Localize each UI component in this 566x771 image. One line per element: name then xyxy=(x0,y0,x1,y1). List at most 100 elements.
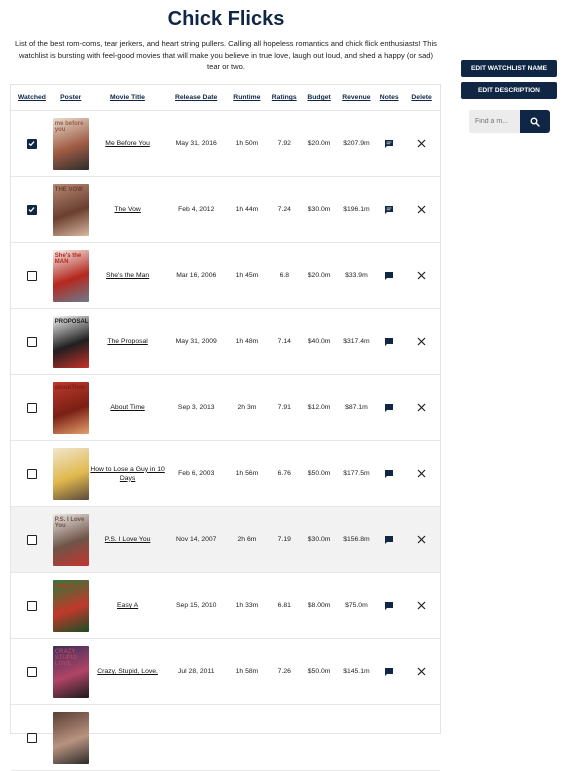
close-icon[interactable] xyxy=(417,205,426,214)
movie-poster[interactable]: CRAZY STUPID LOVE xyxy=(52,645,89,698)
movie-poster[interactable]: She's the MAN xyxy=(52,249,89,302)
header-delete[interactable]: Delete xyxy=(403,94,440,101)
title-cell: How to Lose a Guy in 10 Days xyxy=(89,465,167,483)
rating: 7.92 xyxy=(277,140,291,147)
search-bar xyxy=(469,110,550,133)
note-icon[interactable] xyxy=(384,601,394,611)
close-icon[interactable] xyxy=(417,271,426,280)
edit-description-button[interactable]: EDIT DESCRIPTION xyxy=(461,82,557,99)
close-icon[interactable] xyxy=(417,601,426,610)
close-icon[interactable] xyxy=(417,667,426,676)
movie-poster[interactable]: PROPOSAL xyxy=(52,315,89,368)
header-notes[interactable]: Notes xyxy=(375,94,403,101)
poster-cell xyxy=(52,711,89,764)
budget: $50.0m xyxy=(307,668,331,675)
note-icon[interactable] xyxy=(384,403,394,413)
release-date: Sep 3, 2013 xyxy=(177,404,215,411)
movie-title-link[interactable]: She's the Man xyxy=(106,272,149,279)
table-row: P.S. I Love You P.S. I Love You Nov 14, 20… xyxy=(11,507,440,573)
header-budget[interactable]: Budget xyxy=(301,94,338,101)
movie-title-link[interactable]: About Time xyxy=(110,404,144,411)
table-row: She's the MAN She's the Man Mar 16, 2006 1h… xyxy=(11,243,440,309)
watched-cell xyxy=(11,534,53,545)
watched-checkbox[interactable] xyxy=(26,204,37,215)
table-row: CRAZY STUPID LOVE Crazy, Stupid, Love. Jul… xyxy=(11,639,440,705)
header-watched[interactable]: Watched xyxy=(11,94,53,101)
note-icon[interactable] xyxy=(384,469,394,479)
poster-cell xyxy=(52,447,89,500)
rating: 6.81 xyxy=(277,602,291,609)
table-row: aboutTime About Time Sep 3, 2013 2h 3m 7.91 $… xyxy=(11,375,440,441)
close-icon[interactable] xyxy=(417,139,426,148)
watched-checkbox[interactable] xyxy=(26,534,37,545)
budget: $20.0m xyxy=(307,272,331,279)
movie-poster[interactable]: me before you xyxy=(52,117,89,170)
movie-poster[interactable]: P.S. I Love You xyxy=(52,513,89,566)
poster-text: aboutTime xyxy=(54,384,86,391)
movie-title-link[interactable]: The Proposal xyxy=(107,338,147,345)
watched-checkbox[interactable] xyxy=(26,336,37,347)
header-release-date[interactable]: Release Date xyxy=(166,94,226,101)
header-runtime[interactable]: Runtime xyxy=(226,94,268,101)
header-revenue[interactable]: Revenue xyxy=(337,94,375,101)
delete-cell xyxy=(403,139,440,148)
table-body: me before you Me Before You May 31, 2016 1h… xyxy=(11,111,440,771)
edit-watchlist-name-button[interactable]: EDIT WATCHLIST NAME xyxy=(461,60,557,77)
runtime: 2h 3m xyxy=(237,404,257,411)
header-movie-title[interactable]: Movie Title xyxy=(89,94,167,101)
poster-text: me before you xyxy=(54,120,84,133)
watched-checkbox[interactable] xyxy=(26,468,37,479)
runtime: 1h 33m xyxy=(235,602,259,609)
note-icon[interactable] xyxy=(384,667,394,677)
close-icon[interactable] xyxy=(417,337,426,346)
notes-cell xyxy=(375,271,403,281)
movie-poster[interactable]: easy A xyxy=(52,579,89,632)
check-icon xyxy=(28,207,35,213)
search-button[interactable] xyxy=(520,110,550,133)
note-icon[interactable] xyxy=(384,337,394,347)
rating: 7.24 xyxy=(277,206,291,213)
rating: 7.26 xyxy=(277,668,291,675)
movie-title-link[interactable]: How to Lose a Guy in 10 Days xyxy=(90,466,164,482)
watched-checkbox[interactable] xyxy=(26,732,37,743)
movie-poster[interactable]: aboutTime xyxy=(52,381,89,434)
close-icon[interactable] xyxy=(417,535,426,544)
movie-title-link[interactable]: Easy A xyxy=(117,602,138,609)
budget: $12.0m xyxy=(307,404,331,411)
movie-title-link[interactable]: P.S. I Love You xyxy=(105,536,151,543)
budget: $30.0m xyxy=(307,206,331,213)
budget: $8.00m xyxy=(307,602,331,609)
movie-poster[interactable]: THE VOW xyxy=(52,183,89,236)
close-icon[interactable] xyxy=(417,469,426,478)
revenue: $87.1m xyxy=(345,404,368,411)
table-row: me before you Me Before You May 31, 2016 1h… xyxy=(11,111,440,177)
release-date: Nov 14, 2007 xyxy=(176,536,217,543)
movie-poster[interactable] xyxy=(52,711,89,764)
poster-text: She's the MAN xyxy=(54,252,82,265)
runtime: 1h 45m xyxy=(235,272,259,279)
watched-checkbox[interactable] xyxy=(26,666,37,677)
watched-checkbox[interactable] xyxy=(26,402,37,413)
rating: 7.19 xyxy=(277,536,291,543)
movie-title-link[interactable]: The Vow xyxy=(114,206,140,213)
movie-title-link[interactable]: Crazy, Stupid, Love. xyxy=(97,668,158,675)
watched-checkbox[interactable] xyxy=(26,138,37,149)
header-poster[interactable]: Poster xyxy=(53,94,89,101)
movie-poster[interactable] xyxy=(52,447,89,500)
revenue: $177.5m xyxy=(343,470,370,477)
note-icon[interactable] xyxy=(384,205,394,215)
note-icon[interactable] xyxy=(384,139,394,149)
movie-title-link[interactable]: Me Before You xyxy=(105,140,150,147)
search-input[interactable] xyxy=(469,110,520,133)
note-icon[interactable] xyxy=(384,535,394,545)
release-date: Mar 16, 2006 xyxy=(176,272,217,279)
budget: $30.0m xyxy=(307,536,331,543)
header-ratings[interactable]: Ratings xyxy=(268,94,301,101)
poster-cell: easy A xyxy=(52,579,89,632)
page-title: Chick Flicks xyxy=(167,8,285,30)
close-icon[interactable] xyxy=(417,403,426,412)
release-date: May 31, 2009 xyxy=(175,338,217,345)
note-icon[interactable] xyxy=(384,271,394,281)
watched-checkbox[interactable] xyxy=(26,270,37,281)
watched-checkbox[interactable] xyxy=(26,600,37,611)
